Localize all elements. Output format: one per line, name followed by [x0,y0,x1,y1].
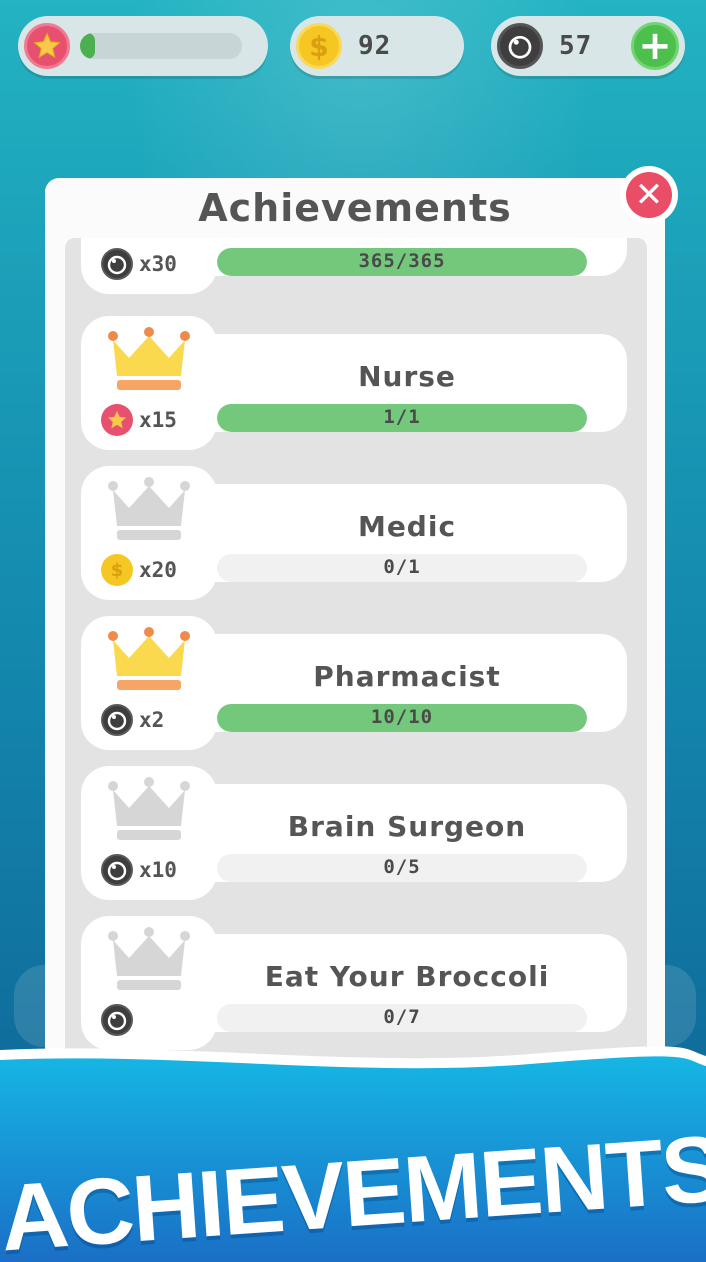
crown-icon [107,626,191,692]
achievement-progress-bar: 1/1 [217,404,587,432]
achievement-progress-bar: 365/365 [217,248,587,276]
achievement-progress-text: 0/5 [383,856,421,878]
crown-icon [107,476,191,542]
achievement-badge [81,916,217,1050]
achievement-badge: x2 [81,616,217,750]
achievement-row[interactable]: Nurse 1/1 x15 [81,316,627,450]
crown-icon [107,776,191,842]
close-button[interactable]: ✕ [620,166,678,224]
add-pearls-button[interactable]: + [631,22,679,70]
star-icon [24,23,70,69]
coin-symbol: $ [309,29,329,63]
achievement-progress-bar: 10/10 [217,704,587,732]
achievement-name: Eat Your Broccoli [264,960,550,993]
achievement-badge: x15 [81,316,217,450]
reward-coin-icon: $ [101,554,133,586]
achievement-reward: x15 [139,408,177,432]
reward-star-icon [101,404,133,436]
achievement-progress-text: 10/10 [370,706,434,728]
coin-icon: $ [296,23,342,69]
achievement-badge: $ x20 [81,466,217,600]
crown-icon [107,326,191,392]
achievement-row[interactable]: First Birthday365/365x30 [81,238,627,294]
achievement-progress-text: 0/7 [383,1006,421,1028]
reward-pearl-icon [101,1004,133,1036]
achievement-row[interactable]: Medic 0/1 $ x20 [81,466,627,600]
achievement-name: Medic [357,510,457,543]
crown-icon [107,926,191,992]
xp-progress-track [80,33,242,59]
achievement-name: Nurse [358,360,456,393]
achievement-reward: x2 [139,708,165,732]
achievement-progress-bar: 0/7 [217,1004,587,1032]
title-banner: ACHIEVEMENTS [0,1042,706,1262]
achievement-progress-text: 0/1 [383,556,421,578]
achievement-badge: x30 [81,238,217,294]
achievement-reward: x20 [139,558,177,582]
pearl-icon [497,23,543,69]
achievement-row[interactable]: Eat Your Broccoli 0/7 [81,916,627,1050]
achievement-progress-bar: 0/5 [217,854,587,882]
achievement-reward: x30 [139,252,177,276]
achievement-name: Brain Surgeon [287,810,527,843]
plus-icon: + [638,23,672,69]
achievements-list[interactable]: First Birthday365/365x30Nurse1/1x15Medic… [65,238,647,1078]
pearls-value: 57 [559,31,593,61]
achievement-row[interactable]: Pharmacist 10/10 x2 [81,616,627,750]
achievement-badge: x10 [81,766,217,900]
achievement-progress-bar: 0/1 [217,554,587,582]
reward-pearl-icon [101,704,133,736]
panel-title: Achievements [198,186,512,230]
achievement-row[interactable]: Brain Surgeon 0/5 x10 [81,766,627,900]
coins-counter[interactable]: $ 92 [290,16,464,76]
achievements-panel: Achievements First Birthday365/365x30Nur… [45,178,665,1078]
reward-pearl-icon [101,248,133,280]
achievement-progress-text: 365/365 [358,250,446,272]
close-icon: ✕ [626,172,672,218]
achievement-reward: x10 [139,858,177,882]
xp-bar[interactable] [18,16,268,76]
coins-value: 92 [358,31,392,61]
achievement-name: Pharmacist [313,660,501,693]
xp-progress-fill [80,33,95,59]
pearls-counter[interactable]: 57 + [491,16,685,76]
reward-pearl-icon [101,854,133,886]
achievement-progress-text: 1/1 [383,406,421,428]
